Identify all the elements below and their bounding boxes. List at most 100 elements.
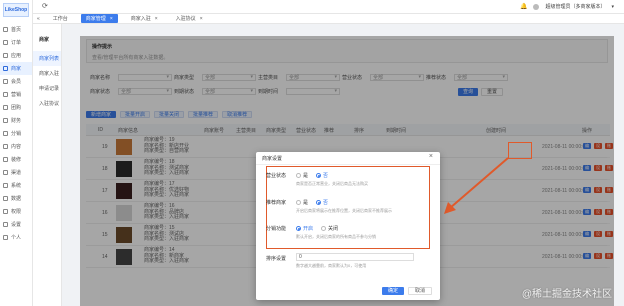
user-area: 🔔 超级管理员（多商家版本） ▾ [520, 3, 614, 10]
sidebar-item[interactable]: 个人 [0, 231, 32, 244]
close-icon[interactable]: × [200, 16, 203, 22]
tab-label: 商家入驻 [130, 16, 151, 22]
sidebar-item[interactable]: 财务 [0, 114, 32, 127]
cancel-button[interactable]: 取消 [407, 287, 432, 295]
annotation-arrow [444, 157, 509, 214]
radio-group: 是否 [296, 199, 328, 206]
chevron-down-icon[interactable]: ▾ [611, 4, 614, 10]
tab-label: 商家管理 [85, 16, 106, 22]
subnav-item[interactable]: 商家入驻 [33, 66, 61, 81]
bell-icon[interactable]: 🔔 [520, 3, 527, 10]
home-icon [3, 27, 8, 32]
radio-option[interactable]: 开启 [296, 225, 313, 232]
wallet-icon [3, 118, 8, 123]
close-icon[interactable]: × [155, 16, 158, 22]
subnav-item[interactable]: 入驻协议 [33, 96, 61, 111]
main-sidebar: LikeShop 首页 订单 应用 商家 会员 营销 团购 财务 分销 内容 装修 渠道 系统 数据 权限设… [0, 0, 33, 306]
shop-icon [3, 66, 8, 71]
sidebar-item[interactable]: 内容 [0, 140, 32, 153]
setting-label: 分销功能 [266, 226, 287, 232]
user-avatar[interactable] [533, 3, 540, 10]
radio-group: 是否 [296, 172, 328, 179]
tab[interactable]: 商家管理 × [80, 14, 118, 23]
radio-label: 否 [323, 200, 329, 206]
sidebar-item[interactable]: 渠道 [0, 166, 32, 179]
sidebar-item[interactable]: 订单 [0, 36, 32, 49]
dialog-divider [256, 164, 440, 165]
setting-hint: 开启后商家将展示在推荐位置，关闭后商家不推荐展示 [296, 208, 392, 213]
sidebar-item[interactable]: 商家 [0, 62, 32, 75]
sidebar-item-label: 商家 [11, 66, 22, 72]
radio-label: 否 [323, 173, 329, 179]
user-name[interactable]: 超级管理员（多商家版本） [545, 3, 605, 10]
radio-circle [296, 226, 301, 231]
close-icon[interactable]: × [110, 16, 113, 22]
sidebar-item-label: 权限 [11, 209, 22, 215]
sidebar-item[interactable]: 团购 [0, 101, 32, 114]
sidebar-item[interactable]: 设置 [0, 218, 32, 231]
settings-icon [3, 222, 8, 227]
radio-label: 是 [303, 173, 309, 179]
person-icon [3, 235, 8, 240]
radio-circle [296, 200, 301, 205]
sort-input[interactable]: 0 [296, 253, 414, 261]
chart-icon [3, 196, 8, 201]
sidebar-item[interactable]: 数据 [0, 192, 32, 205]
sidebar-item-label: 数据 [11, 196, 22, 202]
sidebar-item[interactable]: 会员 [0, 75, 32, 88]
sidebar-item-label: 首页 [11, 27, 22, 33]
sidebar-item[interactable]: 装修 [0, 153, 32, 166]
radio-label: 关闭 [328, 226, 339, 232]
radio-label: 开启 [303, 226, 314, 232]
radio-option[interactable]: 是 [296, 199, 308, 206]
user-icon [3, 79, 8, 84]
refresh-icon[interactable]: ⟳ [42, 3, 50, 11]
document-icon [3, 144, 8, 149]
sort-hint: 数字越大越靠前，商家默认为0，可使用 [296, 263, 367, 268]
setting-label: 推荐商家 [266, 200, 287, 206]
setting-hint: 默认开启，关闭后商家的所有商品不参与分销 [296, 234, 376, 239]
subnav-item[interactable]: 商家列表 [33, 51, 61, 66]
megaphone-icon [3, 92, 8, 97]
lock-icon [3, 209, 8, 214]
radio-option[interactable]: 关闭 [321, 225, 338, 232]
sidebar-item[interactable]: 权限 [0, 205, 32, 218]
sidebar-item[interactable]: 应用 [0, 49, 32, 62]
brush-icon [3, 157, 8, 162]
sidebar-item[interactable]: 首页 [0, 23, 32, 36]
radio-option[interactable]: 是 [296, 172, 308, 179]
sidebar-item-label: 分销 [11, 131, 22, 137]
subnav-item[interactable]: 申请记录 [33, 81, 61, 96]
radio-circle [316, 173, 322, 178]
apps-icon [3, 53, 8, 58]
sidebar-item-label: 团购 [11, 105, 22, 111]
sidebar-item-label: 渠道 [11, 170, 22, 176]
collapse-icon[interactable]: « [37, 16, 40, 22]
tab[interactable]: 商家入驻 × [126, 14, 163, 23]
sort-label: 排序设置 [266, 256, 287, 262]
sidebar-item-label: 系统 [11, 183, 22, 189]
sidebar-item-label: 营销 [11, 92, 22, 98]
sidebar-item[interactable]: 系统 [0, 179, 32, 192]
sidebar-item-label: 会员 [11, 79, 22, 85]
tab[interactable]: 入驻协议 × [171, 14, 208, 23]
tab[interactable]: 工作台 [48, 14, 73, 23]
confirm-button[interactable]: 确定 [381, 287, 404, 295]
radio-option[interactable]: 否 [316, 172, 328, 179]
tab-label: 入驻协议 [175, 16, 196, 22]
watermark: @稀土掘金技术社区 [521, 289, 612, 300]
share-icon [3, 131, 8, 136]
close-icon[interactable]: × [429, 153, 433, 160]
sidebar-item-label: 个人 [11, 235, 22, 241]
sidebar-item-label: 内容 [11, 144, 22, 150]
radio-label: 是 [303, 200, 309, 206]
sidebar-item[interactable]: 分销 [0, 127, 32, 140]
sidebar-item[interactable]: 营销 [0, 88, 32, 101]
setting-hint: 商家是否正常营业，关闭后商品无法购买 [296, 181, 368, 186]
tab-label: 工作台 [52, 16, 68, 22]
order-icon [3, 40, 8, 45]
setting-label: 营业状态 [266, 173, 287, 179]
radio-option[interactable]: 否 [316, 199, 328, 206]
radio-circle [296, 173, 301, 178]
sub-sidebar: 商家 商家列表 商家入驻 申请记录 入驻协议 [33, 14, 62, 306]
